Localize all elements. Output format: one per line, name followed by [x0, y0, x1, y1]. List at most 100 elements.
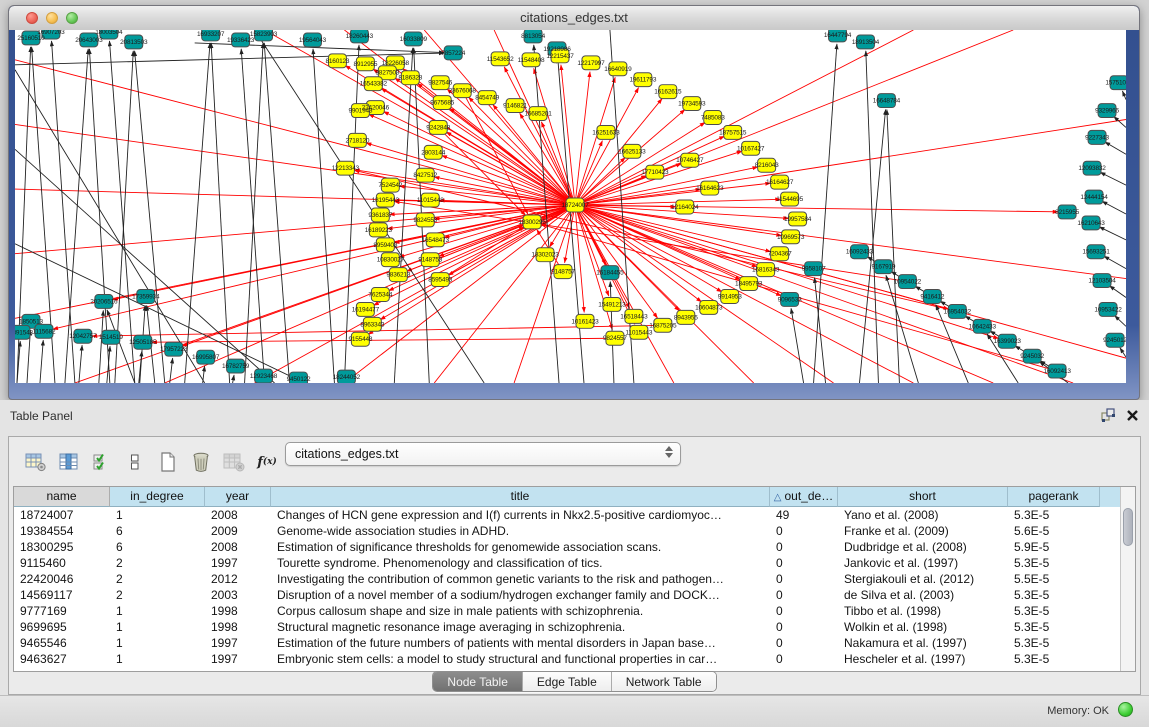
- graph-node[interactable]: [227, 359, 245, 373]
- graph-node[interactable]: [683, 97, 701, 111]
- graph-node[interactable]: [566, 198, 584, 212]
- graph-node[interactable]: [1093, 274, 1111, 288]
- graph-node[interactable]: [197, 350, 215, 364]
- graph-node[interactable]: [523, 215, 541, 229]
- network-graph-canvas[interactable]: 2516051016907203206430031800350420813503…: [15, 30, 1126, 383]
- graph-node[interactable]: [1087, 245, 1105, 259]
- graph-node[interactable]: [1082, 216, 1100, 230]
- table-row[interactable]: 1456911722003Disruption of a novel membe…: [14, 587, 1135, 603]
- graph-node[interactable]: [1098, 104, 1116, 118]
- graph-node[interactable]: [805, 262, 823, 276]
- graph-node[interactable]: [634, 73, 652, 87]
- graph-node[interactable]: [356, 302, 374, 316]
- table-row[interactable]: 977716911998Corpus callosum shape and si…: [14, 603, 1135, 619]
- graph-node[interactable]: [356, 57, 374, 71]
- column-header-out_de[interactable]: △out_de…: [770, 487, 838, 507]
- graph-node[interactable]: [381, 178, 399, 192]
- graph-node[interactable]: [609, 62, 627, 76]
- graph-node[interactable]: [401, 71, 419, 85]
- graph-node[interactable]: [874, 260, 892, 274]
- graph-node[interactable]: [381, 253, 399, 267]
- graph-node[interactable]: [554, 265, 572, 279]
- graph-node[interactable]: [421, 253, 439, 267]
- graph-node[interactable]: [625, 309, 643, 323]
- graph-node[interactable]: [371, 288, 389, 302]
- graph-node[interactable]: [721, 290, 739, 304]
- graph-node[interactable]: [757, 263, 775, 277]
- graph-node[interactable]: [371, 208, 389, 222]
- scrollbar-thumb[interactable]: [1123, 508, 1133, 546]
- tab-edge-table[interactable]: Edge Table: [522, 672, 611, 692]
- row-height-icon[interactable]: [122, 449, 148, 475]
- graph-node[interactable]: [433, 96, 451, 110]
- graph-node[interactable]: [102, 330, 120, 344]
- show-columns-icon[interactable]: [56, 449, 82, 475]
- graph-node[interactable]: [202, 30, 220, 41]
- column-header-short[interactable]: short: [838, 487, 1008, 507]
- graph-node[interactable]: [95, 295, 113, 309]
- graph-node[interactable]: [348, 133, 366, 147]
- graph-node[interactable]: [376, 193, 394, 207]
- graph-node[interactable]: [1099, 302, 1117, 316]
- graph-node[interactable]: [74, 329, 92, 343]
- graph-node[interactable]: [1058, 205, 1076, 219]
- graph-node[interactable]: [623, 144, 641, 158]
- graph-node[interactable]: [1023, 349, 1041, 363]
- graph-node[interactable]: [165, 342, 183, 356]
- graph-node[interactable]: [416, 168, 434, 182]
- graph-node[interactable]: [677, 310, 695, 324]
- graph-node[interactable]: [522, 53, 540, 67]
- graph-node[interactable]: [506, 99, 524, 113]
- table-row[interactable]: 946554611997Estimation of the future num…: [14, 635, 1135, 651]
- close-panel-icon[interactable]: [1126, 409, 1139, 427]
- graph-node[interactable]: [781, 192, 799, 206]
- graph-node[interactable]: [1083, 161, 1101, 175]
- graph-node[interactable]: [758, 158, 776, 172]
- graph-node[interactable]: [426, 233, 444, 247]
- graph-node[interactable]: [350, 30, 368, 43]
- graph-node[interactable]: [601, 266, 619, 280]
- graph-node[interactable]: [491, 52, 509, 66]
- graph-node[interactable]: [606, 331, 624, 345]
- graph-node[interactable]: [782, 230, 800, 244]
- graph-node[interactable]: [923, 290, 941, 304]
- graph-node[interactable]: [850, 245, 868, 259]
- column-header-year[interactable]: year: [205, 487, 271, 507]
- create-table-icon[interactable]: [155, 449, 181, 475]
- graph-node[interactable]: [363, 317, 381, 331]
- network-window-titlebar[interactable]: citations_edges.txt: [9, 6, 1139, 31]
- graph-node[interactable]: [529, 107, 547, 121]
- graph-node[interactable]: [431, 273, 449, 287]
- graph-node[interactable]: [421, 193, 439, 207]
- graph-node[interactable]: [681, 153, 699, 167]
- graph-node[interactable]: [536, 248, 554, 262]
- graph-node[interactable]: [646, 165, 664, 179]
- graph-node[interactable]: [369, 223, 387, 237]
- graph-node[interactable]: [303, 33, 321, 47]
- table-selector-dropdown[interactable]: citations_edges.txt: [285, 442, 681, 466]
- column-header-name[interactable]: name: [14, 487, 110, 507]
- graph-node[interactable]: [1085, 190, 1103, 204]
- graph-node[interactable]: [35, 324, 53, 338]
- graph-node[interactable]: [740, 277, 758, 291]
- graph-node[interactable]: [125, 35, 143, 49]
- column-header-title[interactable]: title: [271, 487, 770, 507]
- graph-node[interactable]: [15, 325, 30, 339]
- graph-node[interactable]: [576, 314, 594, 328]
- float-panel-icon[interactable]: [1101, 408, 1116, 427]
- graph-node[interactable]: [771, 247, 789, 261]
- graph-node[interactable]: [478, 91, 496, 105]
- graph-node[interactable]: [704, 111, 722, 125]
- graph-node[interactable]: [1088, 130, 1106, 144]
- graph-node[interactable]: [404, 32, 422, 46]
- graph-node[interactable]: [364, 77, 382, 91]
- graph-node[interactable]: [416, 213, 434, 227]
- graph-node[interactable]: [389, 268, 407, 282]
- table-row[interactable]: 2242004622012Investigating the contribut…: [14, 571, 1135, 587]
- graph-node[interactable]: [337, 370, 355, 383]
- graph-node[interactable]: [551, 49, 569, 63]
- graph-node[interactable]: [676, 200, 694, 214]
- table-row[interactable]: 946362711997Embryonic stem cells: a mode…: [14, 651, 1135, 667]
- tab-network-table[interactable]: Network Table: [611, 672, 716, 692]
- graph-node[interactable]: [328, 54, 346, 68]
